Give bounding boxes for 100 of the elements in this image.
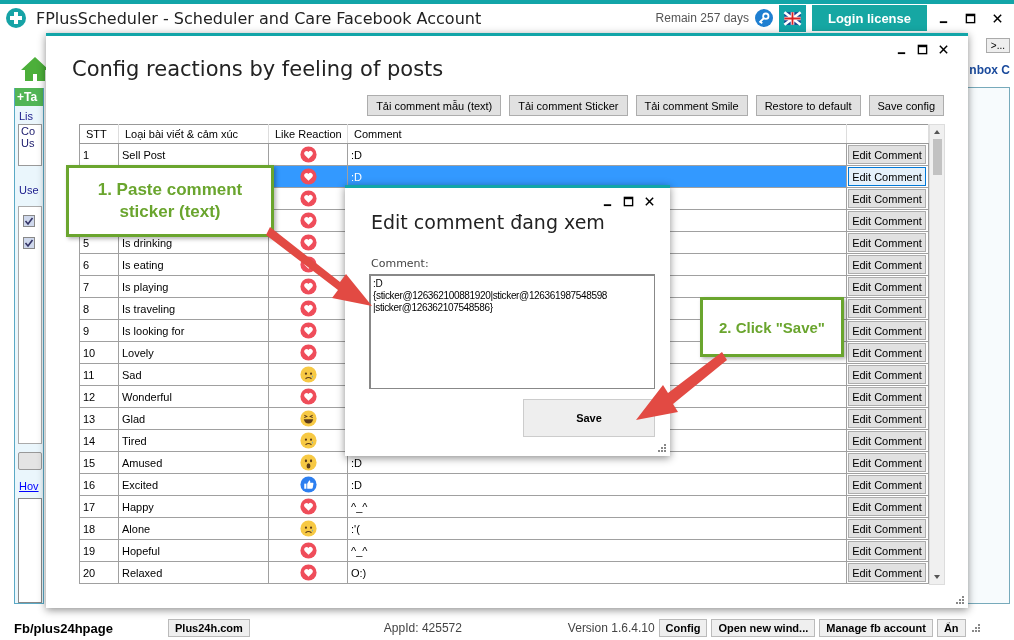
page-name: Fb/plus24hpage [14, 620, 114, 636]
edit-comment-button[interactable]: Edit Comment [848, 365, 926, 384]
table-cell: 12 [79, 385, 119, 408]
toolbar-button[interactable]: Restore to default [755, 95, 861, 116]
user-label: Use [19, 183, 39, 196]
scrollbar[interactable] [929, 124, 945, 585]
table-cell: Is playing [118, 275, 269, 298]
status-button[interactable]: Open new wind... [711, 619, 816, 637]
maximize-icon[interactable] [917, 44, 928, 55]
close-icon[interactable] [992, 12, 1003, 24]
edit-comment-button[interactable]: Edit Comment [848, 541, 926, 560]
list-label: Lis [19, 110, 34, 122]
checkbox[interactable] [23, 215, 35, 227]
table-cell: ^_^ [347, 539, 847, 562]
table-cell: Is eating [118, 253, 269, 276]
table-cell: 8 [79, 297, 119, 320]
maximize-icon[interactable] [965, 12, 976, 24]
status-button[interactable]: Config [658, 619, 708, 637]
table-cell: Happy [118, 495, 269, 518]
list-item[interactable]: Us [21, 137, 41, 149]
toolbar-button[interactable]: Tải comment Sticker [509, 95, 628, 116]
table-cell: Wonderful [118, 385, 269, 408]
edit-comment-button[interactable]: Edit Comment [848, 431, 926, 450]
edit-comment-button[interactable]: Edit Comment [848, 211, 926, 230]
scroll-down-icon[interactable] [933, 573, 941, 581]
edit-comment-button[interactable]: Edit Comment [848, 277, 926, 296]
flag-icon[interactable] [779, 4, 806, 32]
table-cell: 13 [79, 407, 119, 430]
save-button[interactable]: Save [523, 399, 655, 437]
table-cell: Relaxed [118, 561, 269, 584]
edit-comment-button[interactable]: Edit Comment [848, 189, 926, 208]
dialog-title: Edit comment đang xem [371, 211, 605, 233]
table-cell: Alone [118, 517, 269, 540]
scroll-up-icon[interactable] [933, 128, 941, 136]
sad-face-icon [299, 432, 317, 449]
text-area[interactable] [18, 498, 42, 603]
table-cell: 16 [79, 473, 119, 496]
table-cell: :D [347, 473, 847, 496]
field-label: Comment: [371, 257, 429, 270]
edit-comment-button[interactable]: Edit Comment [848, 145, 926, 164]
edit-comment-button[interactable]: Edit Comment [848, 519, 926, 538]
table-cell: O:) [347, 561, 847, 584]
edit-comment-button[interactable]: Edit Comment [848, 409, 926, 428]
table-cell: 10 [79, 341, 119, 364]
table-cell: 19 [79, 539, 119, 562]
close-icon[interactable] [938, 44, 949, 55]
edit-comment-button[interactable]: Edit Comment [848, 343, 926, 362]
remaining-days: Remain 257 days [655, 11, 749, 25]
app-id: AppId: 425572 [383, 621, 463, 635]
column-header[interactable]: Comment [347, 124, 847, 144]
version-label: Version 1.6.4.10 [567, 621, 655, 635]
table-cell: 20 [79, 561, 119, 584]
close-icon[interactable] [644, 196, 655, 207]
column-header[interactable]: STT [79, 124, 119, 144]
scroll-thumb[interactable] [932, 139, 942, 175]
edit-comment-button[interactable]: Edit Comment [848, 167, 926, 186]
edit-comment-button[interactable]: Edit Comment [848, 299, 926, 318]
table-cell: Excited [118, 473, 269, 496]
resize-grip-icon [658, 444, 666, 452]
surprised-face-icon [299, 454, 317, 471]
app-title: FPlusScheduler - Scheduler and Care Facebook Account [36, 8, 482, 28]
comment-field[interactable]: :D {sticker@126362100881920|sticker@126361987548598 |sticker@126362107548586} [369, 274, 655, 389]
table-cell: Is traveling [118, 297, 269, 320]
table-cell: :D [347, 143, 847, 166]
table-cell: Amused [118, 451, 269, 474]
sad-face-icon [299, 366, 317, 383]
status-button[interactable]: Ẩn [936, 619, 966, 637]
list-item[interactable]: Co [21, 125, 41, 137]
toolbar-button[interactable]: Tải comment mẫu (text) [367, 95, 502, 116]
app-logo-icon [6, 8, 26, 28]
dialog-title: Config reactions by feeling of posts [71, 57, 445, 81]
more-button[interactable]: >... [985, 38, 1010, 53]
edit-comment-button[interactable]: Edit Comment [848, 233, 926, 252]
site-button[interactable]: Plus24h.com [168, 619, 250, 637]
inbox-label: nbox C [969, 63, 1010, 77]
edit-comment-button[interactable]: Edit Comment [848, 387, 926, 406]
edit-comment-button[interactable]: Edit Comment [848, 321, 926, 340]
edit-comment-button[interactable]: Edit Comment [848, 255, 926, 274]
table-cell: 18 [79, 517, 119, 540]
table-cell: Tired [118, 429, 269, 452]
status-button[interactable]: Manage fb account [819, 619, 933, 637]
key-icon[interactable] [755, 9, 773, 27]
column-header[interactable]: Like Reaction [268, 124, 348, 144]
edit-comment-button[interactable]: Edit Comment [848, 453, 926, 472]
edit-comment-button[interactable]: Edit Comment [848, 475, 926, 494]
column-header[interactable]: Loại bài viết & cảm xúc [118, 124, 269, 144]
help-link[interactable]: Hov [19, 480, 39, 492]
maximize-icon[interactable] [623, 196, 634, 207]
toolbar-button[interactable]: Tải comment Smile [635, 95, 748, 116]
edit-comment-button[interactable]: Edit Comment [848, 563, 926, 582]
table-cell: 14 [79, 429, 119, 452]
table-cell: Is looking for [118, 319, 269, 342]
table-cell: Glad [118, 407, 269, 430]
table-cell: 6 [79, 253, 119, 276]
toolbar-button[interactable]: Save config [868, 95, 944, 116]
sad-face-icon [299, 520, 317, 537]
checkbox[interactable] [23, 237, 35, 249]
list-box[interactable]: Co Us [18, 124, 42, 166]
panel-button[interactable] [18, 452, 42, 470]
edit-comment-button[interactable]: Edit Comment [848, 497, 926, 516]
